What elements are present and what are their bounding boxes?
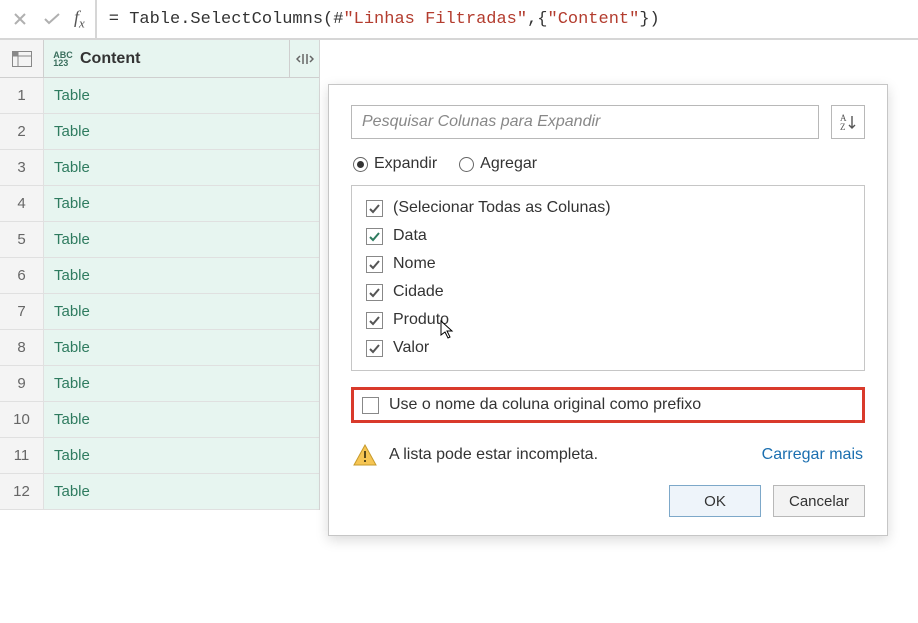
cell-value[interactable]: Table (44, 438, 319, 473)
radio-expandir[interactable]: Expandir (353, 155, 437, 173)
column-label: Nome (393, 255, 436, 273)
any-type-icon: ABC 123 (50, 50, 76, 68)
expand-column-button[interactable] (289, 40, 319, 77)
columns-list: (Selecionar Todas as Colunas) Data Nome Ci… (351, 185, 865, 371)
table-row[interactable]: 4Table (0, 186, 319, 222)
checkbox-column[interactable]: Produto (366, 306, 850, 334)
row-number: 7 (0, 294, 44, 329)
prefix-label: Use o nome da coluna original como prefi… (389, 396, 701, 414)
checkbox-column[interactable]: Data (366, 222, 850, 250)
data-grid: ABC 123 Content 1Table2Table3Table4Table… (0, 40, 320, 510)
fx-icon[interactable]: fx (74, 7, 85, 32)
prefix-checkbox-row[interactable]: Use o nome da coluna original como prefi… (351, 387, 865, 423)
checkbox-icon (366, 200, 383, 217)
cell-value[interactable]: Table (44, 150, 319, 185)
checkbox-icon (366, 228, 383, 245)
row-number: 11 (0, 438, 44, 473)
table-row[interactable]: 9Table (0, 366, 319, 402)
table-row[interactable]: 12Table (0, 474, 319, 510)
warning-text: A lista pode estar incompleta. (389, 446, 598, 464)
cell-value[interactable]: Table (44, 186, 319, 221)
cancel-button[interactable]: Cancelar (773, 485, 865, 517)
column-label: Data (393, 227, 427, 245)
warning-icon (353, 443, 377, 467)
table-row[interactable]: 6Table (0, 258, 319, 294)
row-number: 12 (0, 474, 44, 509)
accept-formula-icon[interactable] (42, 9, 62, 29)
table-row[interactable]: 8Table (0, 330, 319, 366)
column-label: Valor (393, 339, 429, 357)
cell-value[interactable]: Table (44, 78, 319, 113)
search-columns-input[interactable]: Pesquisar Colunas para Expandir (351, 105, 819, 139)
cell-value[interactable]: Table (44, 330, 319, 365)
formula-input[interactable]: = Table.SelectColumns(#"Linhas Filtradas… (96, 0, 918, 39)
warning-row: A lista pode estar incompleta. Carregar … (351, 439, 865, 485)
formula-fn: Table.SelectColumns (129, 10, 323, 29)
cell-value[interactable]: Table (44, 294, 319, 329)
checkbox-column[interactable]: Valor (366, 334, 850, 362)
checkbox-icon (366, 284, 383, 301)
cell-value[interactable]: Table (44, 366, 319, 401)
column-name: Content (80, 50, 140, 68)
grid-header: ABC 123 Content (0, 40, 319, 78)
table-row[interactable]: 1Table (0, 78, 319, 114)
cell-value[interactable]: Table (44, 402, 319, 437)
row-number: 2 (0, 114, 44, 149)
radio-dot-icon (459, 157, 474, 172)
formula-bar: fx = Table.SelectColumns(#"Linhas Filtra… (0, 0, 918, 40)
sort-button[interactable]: A Z (831, 105, 865, 139)
expand-columns-popup: Pesquisar Colunas para Expandir A Z Expa… (328, 84, 888, 536)
formula-eq: = (109, 10, 129, 29)
svg-text:Z: Z (840, 122, 846, 132)
checkbox-column[interactable]: Nome (366, 250, 850, 278)
row-number: 9 (0, 366, 44, 401)
checkbox-icon (362, 397, 379, 414)
formula-arg1: "Linhas Filtradas" (343, 10, 527, 29)
load-more-link[interactable]: Carregar mais (762, 446, 863, 464)
cell-value[interactable]: Table (44, 474, 319, 509)
checkbox-icon (366, 312, 383, 329)
table-row[interactable]: 11Table (0, 438, 319, 474)
cancel-formula-icon[interactable] (10, 9, 30, 29)
table-corner-icon[interactable] (0, 40, 44, 77)
checkbox-column[interactable]: Cidade (366, 278, 850, 306)
checkbox-icon (366, 256, 383, 273)
formula-actions: fx (0, 0, 96, 39)
table-row[interactable]: 5Table (0, 222, 319, 258)
row-number: 1 (0, 78, 44, 113)
cell-value[interactable]: Table (44, 114, 319, 149)
table-row[interactable]: 3Table (0, 150, 319, 186)
row-number: 3 (0, 150, 44, 185)
checkbox-icon (366, 340, 383, 357)
expand-mode-radios: Expandir Agregar (351, 153, 865, 185)
row-number: 6 (0, 258, 44, 293)
column-label: Cidade (393, 283, 444, 301)
search-placeholder: Pesquisar Colunas para Expandir (362, 113, 600, 131)
row-number: 8 (0, 330, 44, 365)
table-row[interactable]: 10Table (0, 402, 319, 438)
ok-button[interactable]: OK (669, 485, 761, 517)
table-row[interactable]: 7Table (0, 294, 319, 330)
column-label: Produto (393, 311, 449, 329)
row-number: 4 (0, 186, 44, 221)
table-row[interactable]: 2Table (0, 114, 319, 150)
radio-agregar[interactable]: Agregar (459, 155, 537, 173)
checkbox-select-all[interactable]: (Selecionar Todas as Colunas) (366, 194, 850, 222)
column-header-content[interactable]: ABC 123 Content (44, 40, 289, 77)
formula-arg2: "Content" (548, 10, 640, 29)
cell-value[interactable]: Table (44, 258, 319, 293)
radio-dot-icon (353, 157, 368, 172)
cell-value[interactable]: Table (44, 222, 319, 257)
row-number: 5 (0, 222, 44, 257)
row-number: 10 (0, 402, 44, 437)
